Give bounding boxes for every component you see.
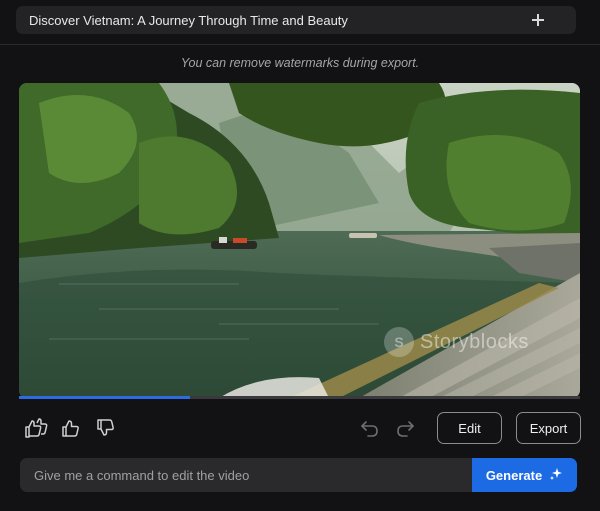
project-title: Discover Vietnam: A Journey Through Time…: [29, 12, 348, 28]
thumbs-up-icon[interactable]: [60, 418, 82, 438]
redo-icon[interactable]: [395, 418, 415, 438]
sparkle-icon: [549, 467, 563, 484]
double-thumbs-up-icon[interactable]: [24, 417, 48, 439]
watermark: S Storyblocks: [384, 327, 529, 357]
progress-fill: [19, 396, 191, 399]
thumbs-down-icon[interactable]: [95, 418, 117, 438]
generate-button[interactable]: Generate: [472, 458, 577, 492]
plus-icon[interactable]: [530, 12, 546, 28]
undo-icon[interactable]: [360, 418, 380, 438]
generate-label: Generate: [485, 467, 543, 483]
command-input[interactable]: [20, 458, 472, 492]
watermark-logo: S: [384, 327, 414, 357]
header-divider: [0, 44, 600, 45]
watermark-notice: You can remove watermarks during export.: [180, 56, 420, 70]
progress-bar[interactable]: [19, 396, 580, 399]
watermark-text: Storyblocks: [420, 330, 529, 353]
export-button[interactable]: Export: [516, 412, 581, 444]
video-preview[interactable]: S Storyblocks: [19, 83, 580, 398]
edit-button[interactable]: Edit: [437, 412, 502, 444]
project-title-bar: Discover Vietnam: A Journey Through Time…: [16, 6, 576, 34]
